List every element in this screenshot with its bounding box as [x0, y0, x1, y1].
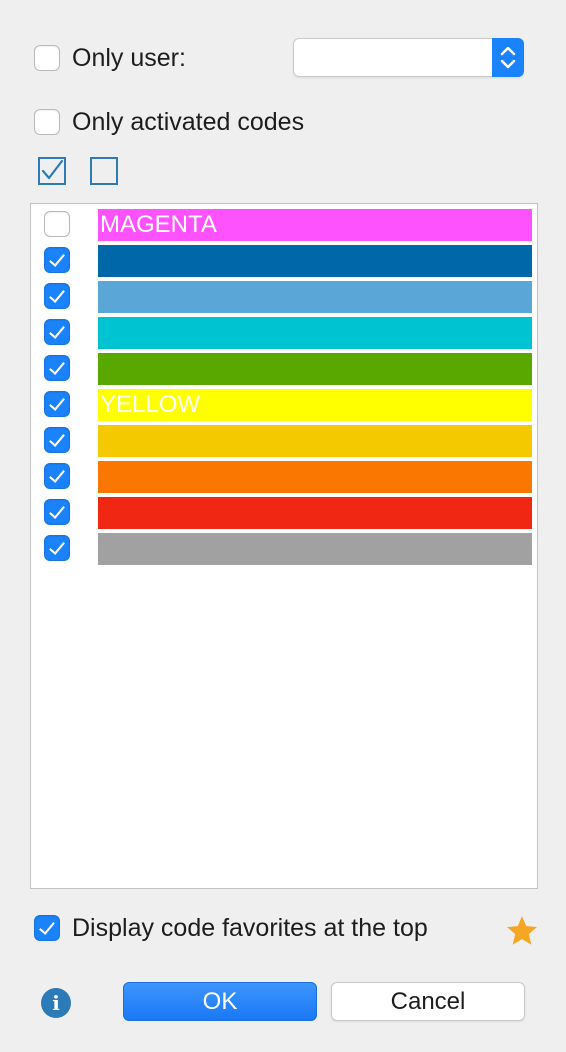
color-swatch [98, 533, 532, 565]
star-icon [506, 916, 538, 945]
color-row[interactable] [31, 531, 537, 567]
color-row-checkbox[interactable] [44, 211, 70, 237]
color-row-checkbox[interactable] [44, 319, 70, 345]
color-swatch [98, 497, 532, 529]
color-row[interactable] [31, 495, 537, 531]
color-row-checkbox[interactable] [44, 247, 70, 273]
favorites-checkbox[interactable] [34, 915, 60, 941]
color-row[interactable] [31, 279, 537, 315]
color-row[interactable]: YELLOW [31, 387, 537, 423]
color-row[interactable]: MAGENTA [31, 207, 537, 243]
color-row-checkbox[interactable] [44, 355, 70, 381]
checked-square-icon [41, 159, 64, 180]
color-swatch [98, 425, 532, 457]
color-swatch: MAGENTA [98, 209, 532, 241]
code-color-filter-dialog: Only user: Only activated codes MAGENTA Y… [0, 0, 566, 1052]
chevron-up-down-icon [492, 38, 524, 77]
only-activated-codes-checkbox[interactable] [34, 109, 60, 135]
favorites-label: Display code favorites at the top [72, 914, 428, 942]
color-row-checkbox[interactable] [44, 499, 70, 525]
only-user-checkbox[interactable] [34, 45, 60, 71]
color-row[interactable] [31, 423, 537, 459]
info-icon[interactable]: i [41, 988, 71, 1018]
deselect-all-button[interactable] [90, 157, 118, 185]
color-row-checkbox[interactable] [44, 391, 70, 417]
color-list[interactable]: MAGENTA YELLOW [30, 203, 538, 889]
color-swatch: YELLOW [98, 389, 532, 421]
color-row[interactable] [31, 459, 537, 495]
color-row[interactable] [31, 351, 537, 387]
color-row-checkbox[interactable] [44, 463, 70, 489]
color-row-checkbox[interactable] [44, 283, 70, 309]
color-swatch-label: YELLOW [100, 391, 201, 418]
color-row[interactable] [31, 315, 537, 351]
color-swatch [98, 461, 532, 493]
color-swatch-label: MAGENTA [100, 211, 217, 238]
color-row-checkbox[interactable] [44, 427, 70, 453]
ok-button[interactable]: OK [123, 982, 317, 1021]
color-swatch [98, 245, 532, 277]
user-select[interactable] [293, 38, 524, 77]
color-swatch [98, 281, 532, 313]
color-swatch [98, 353, 532, 385]
only-user-label: Only user: [72, 44, 186, 72]
color-swatch [98, 317, 532, 349]
color-row[interactable] [31, 243, 537, 279]
only-activated-codes-label: Only activated codes [72, 108, 305, 136]
cancel-button[interactable]: Cancel [331, 982, 525, 1021]
select-all-button[interactable] [38, 157, 66, 185]
color-row-checkbox[interactable] [44, 535, 70, 561]
